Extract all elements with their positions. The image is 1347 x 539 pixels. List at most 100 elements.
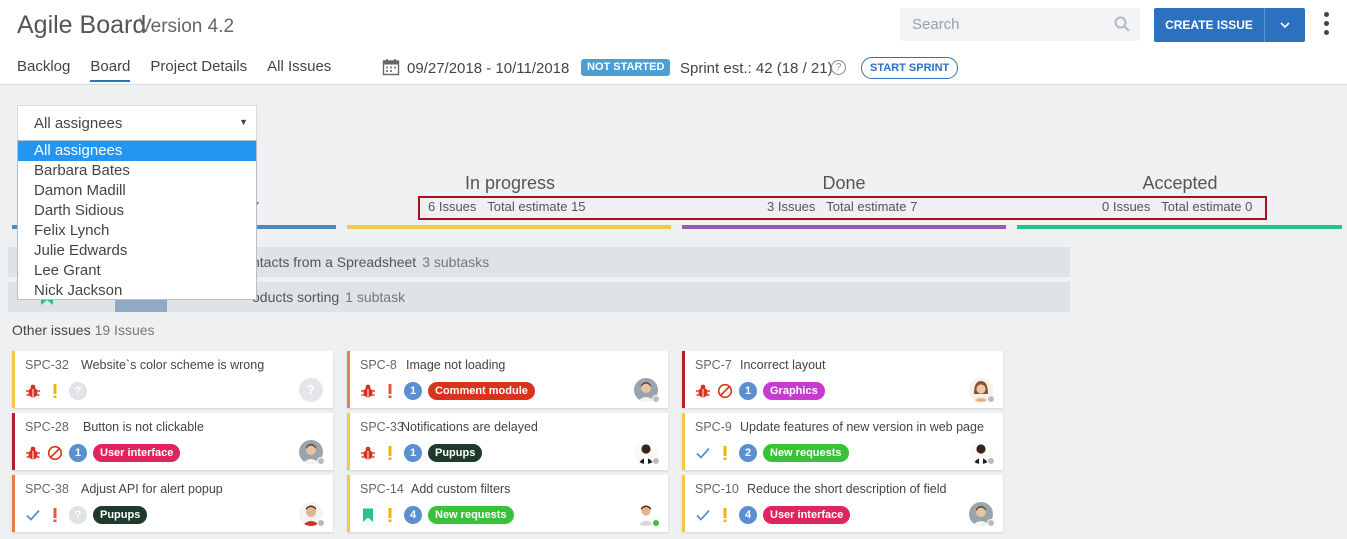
done-stats: 3 Issues Total estimate 7 xyxy=(767,199,918,214)
component-tag: User interface xyxy=(763,506,851,524)
issue-key[interactable]: SPC-8 xyxy=(360,358,397,372)
presence-dot xyxy=(652,519,660,527)
in-progress-stats: 6 Issues Total estimate 15 xyxy=(428,199,586,214)
assignee-filter-value: All assignees xyxy=(34,115,123,132)
search-icon[interactable] xyxy=(1114,16,1130,32)
presence-dot xyxy=(987,519,995,527)
search-box xyxy=(900,8,1140,41)
priority-high-icon xyxy=(47,383,63,399)
presence-dot xyxy=(317,519,325,527)
blocked-icon xyxy=(47,445,63,461)
component-tag: New requests xyxy=(763,444,849,462)
top-header: Agile Board Version 4.2 CREATE ISSUE Bac… xyxy=(0,0,1347,85)
issue-summary: Add custom filters xyxy=(411,482,511,496)
app-version: Version 4.2 xyxy=(139,16,235,37)
issue-key[interactable]: SPC-10 xyxy=(695,482,739,496)
issue-summary: Button is not clickable xyxy=(83,420,204,434)
issue-key[interactable]: SPC-38 xyxy=(25,482,69,496)
bug-icon xyxy=(360,383,376,399)
issue-icons: 1 Graphics xyxy=(695,382,825,400)
checkmark-icon xyxy=(25,507,41,523)
presence-dot xyxy=(652,395,660,403)
nav-board[interactable]: Board xyxy=(90,58,131,82)
other-issues-header: Other issues 19 Issues xyxy=(12,322,155,338)
issue-card[interactable]: SPC-28 Button is not clickable 1 User inter… xyxy=(12,413,333,470)
issue-icons: 1 Pupups xyxy=(360,444,483,462)
issue-summary: Update features of new version in web pa… xyxy=(740,420,984,434)
column-title-accepted: Accepted xyxy=(1142,173,1218,193)
component-tag: New requests xyxy=(428,506,514,524)
app-title: Agile Board xyxy=(17,11,147,39)
nav-all-issues[interactable]: All Issues xyxy=(267,58,331,82)
issue-card[interactable]: SPC-10 Reduce the short description of fi… xyxy=(682,475,1003,532)
issue-summary: Notifications are delayed xyxy=(401,420,538,434)
issue-key[interactable]: SPC-9 xyxy=(695,420,732,434)
story-points-badge: 1 xyxy=(739,382,757,400)
in-progress-column-line xyxy=(347,225,671,229)
issue-card[interactable]: SPC-7 Incorrect layout 1 Graphics xyxy=(682,351,1003,408)
other-issues-label: Other issues xyxy=(12,322,91,338)
start-sprint-button[interactable]: START SPRINT xyxy=(861,57,959,79)
chevron-down-icon xyxy=(1280,21,1290,28)
assignee-dropdown: All assignees Barbara Bates Damon Madill… xyxy=(17,140,257,300)
story-icon xyxy=(360,507,376,523)
assignee-filter[interactable]: All assignees ▼ xyxy=(17,105,257,140)
issue-summary: Image not loading xyxy=(406,358,506,372)
issue-icons: 4 New requests xyxy=(360,506,514,524)
search-input[interactable] xyxy=(900,8,1100,41)
nav-backlog[interactable]: Backlog xyxy=(17,58,70,82)
assignee-option[interactable]: Nick Jackson xyxy=(18,281,256,301)
swimlane-chip xyxy=(115,300,167,312)
column-title-done: Done xyxy=(822,173,866,193)
assignee-option[interactable]: All assignees xyxy=(18,141,256,161)
issue-icons: 1 User interface xyxy=(25,444,181,462)
issue-summary: Reduce the short description of field xyxy=(747,482,947,496)
assignee-option[interactable]: Darth Sidious xyxy=(18,201,256,221)
issue-card[interactable]: SPC-32 Website`s color scheme is wrong?? xyxy=(12,351,333,408)
issue-card[interactable]: SPC-14 Add custom filters 4 New requests xyxy=(347,475,668,532)
caret-down-icon: ▼ xyxy=(239,117,248,127)
issue-key[interactable]: SPC-28 xyxy=(25,420,69,434)
story-points-badge: ? xyxy=(69,382,87,400)
presence-dot xyxy=(987,457,995,465)
issue-key[interactable]: SPC-7 xyxy=(695,358,732,372)
nav-project-details[interactable]: Project Details xyxy=(150,58,247,82)
create-issue-button[interactable]: CREATE ISSUE xyxy=(1154,8,1264,42)
presence-dot xyxy=(652,457,660,465)
unassigned-avatar[interactable]: ? xyxy=(299,378,323,402)
bug-icon xyxy=(25,383,41,399)
sprint-status-badge: NOT STARTED xyxy=(581,59,671,76)
assignee-option[interactable]: Damon Madill xyxy=(18,181,256,201)
assignee-option[interactable]: Barbara Bates xyxy=(18,161,256,181)
issue-icons: 1 Comment module xyxy=(360,382,535,400)
assignee-option[interactable]: Felix Lynch xyxy=(18,221,256,241)
priority-high-icon xyxy=(717,507,733,523)
issue-card[interactable]: SPC-9 Update features of new version in w… xyxy=(682,413,1003,470)
assignee-option[interactable]: Julie Edwards xyxy=(18,241,256,261)
create-issue-dropdown-button[interactable] xyxy=(1264,8,1305,42)
issue-summary: Incorrect layout xyxy=(740,358,826,372)
issue-summary: Adjust API for alert popup xyxy=(81,482,223,496)
issue-card[interactable]: SPC-8 Image not loading 1 Comment module xyxy=(347,351,668,408)
bug-icon xyxy=(695,383,711,399)
more-menu-icon[interactable] xyxy=(1318,12,1334,38)
component-tag: Graphics xyxy=(763,382,825,400)
issue-summary: Website`s color scheme is wrong xyxy=(81,358,265,372)
priority-high-icon xyxy=(382,507,398,523)
assignee-option[interactable]: Lee Grant xyxy=(18,261,256,281)
priority-critical-icon xyxy=(382,383,398,399)
bug-icon xyxy=(360,445,376,461)
issue-key[interactable]: SPC-33 xyxy=(360,420,404,434)
component-tag: User interface xyxy=(93,444,181,462)
issue-key[interactable]: SPC-32 xyxy=(25,358,69,372)
issue-card[interactable]: SPC-38 Adjust API for alert popup? Pupups xyxy=(12,475,333,532)
other-issues-count: 19 Issues xyxy=(94,322,155,338)
issue-icons: ? xyxy=(25,382,93,400)
swimlane-subtasks: 3 subtasks xyxy=(422,254,490,270)
swimlane-subtasks: 1 subtask xyxy=(345,289,406,305)
issue-key[interactable]: SPC-14 xyxy=(360,482,404,496)
issue-icons: 2 New requests xyxy=(695,444,849,462)
checkmark-icon xyxy=(695,507,711,523)
issue-card[interactable]: SPC-33 Notifications are delayed 1 Pupups xyxy=(347,413,668,470)
help-icon[interactable]: ? xyxy=(831,60,846,75)
